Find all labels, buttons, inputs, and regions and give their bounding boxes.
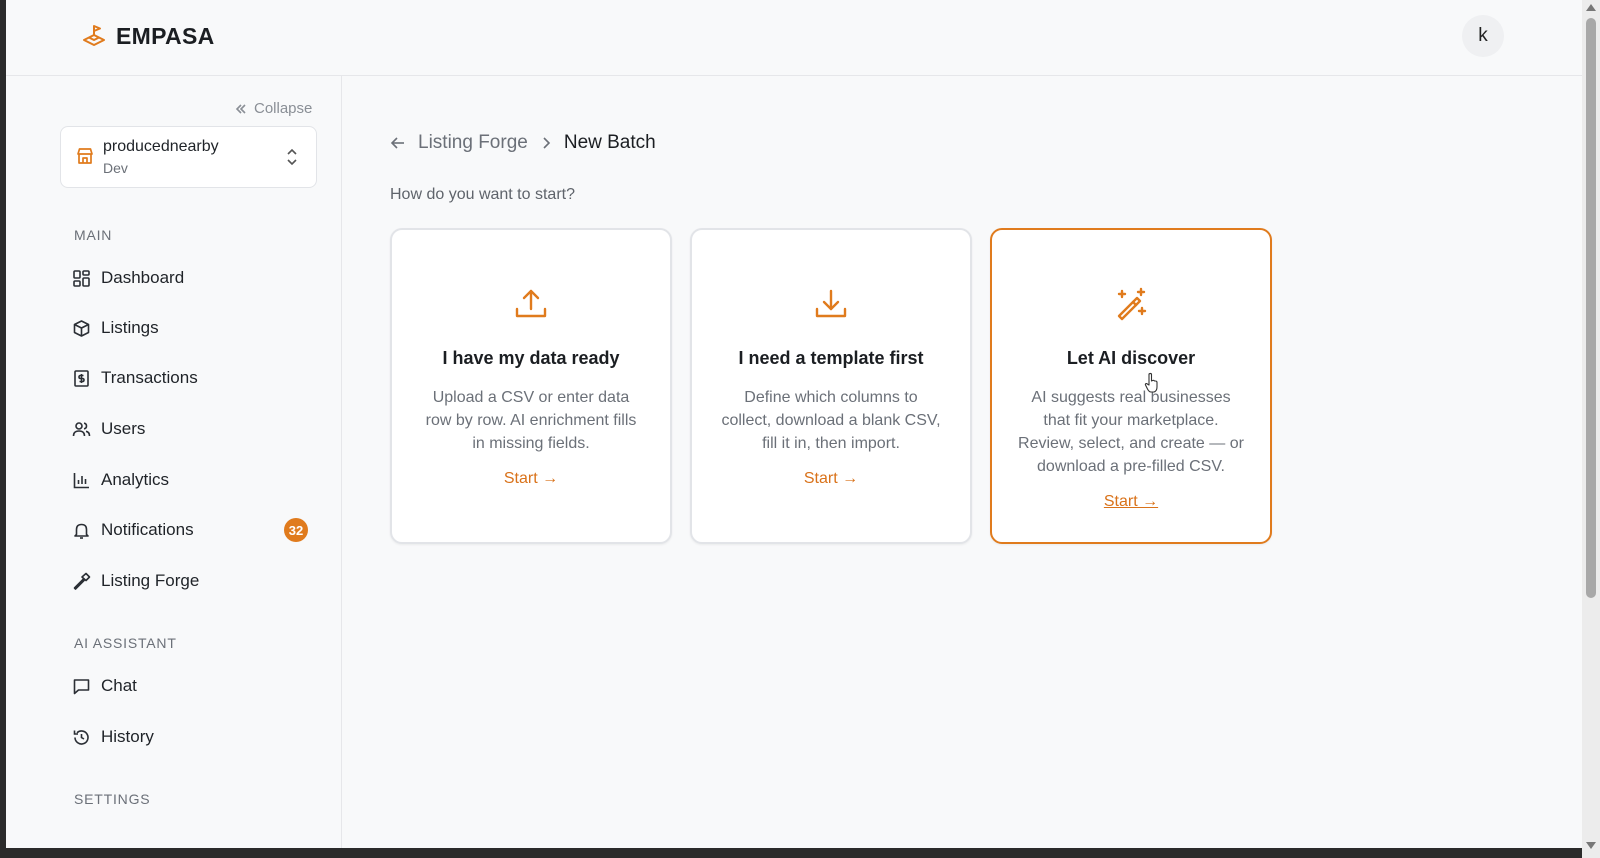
- card-description: AI suggests real businesses that fit you…: [1018, 389, 1244, 475]
- breadcrumb-current: New Batch: [563, 132, 656, 153]
- sidebar: Collapse producednearby Dev MAIN Dashboa…: [6, 76, 342, 848]
- section-title-main: MAIN: [74, 227, 113, 243]
- start-link[interactable]: Start →: [992, 493, 1270, 511]
- collapse-label: Collapse: [254, 100, 313, 117]
- bar-chart-icon: [73, 472, 89, 488]
- section-title-ai-assistant: AI ASSISTANT: [74, 635, 177, 651]
- history-icon: [73, 729, 89, 745]
- sidebar-item-history[interactable]: History: [72, 719, 312, 755]
- top-bar: EMPASA k: [6, 0, 1582, 76]
- app-window: EMPASA k Collapse producednearby Dev MAI…: [6, 0, 1582, 848]
- sidebar-item-listings[interactable]: Listings: [72, 310, 312, 346]
- start-link[interactable]: Start →: [692, 470, 970, 488]
- collapse-button[interactable]: Collapse: [234, 100, 312, 117]
- receipt-icon: [74, 369, 89, 387]
- user-avatar[interactable]: k: [1462, 15, 1504, 57]
- sidebar-item-notifications[interactable]: Notifications 32: [72, 512, 312, 548]
- sidebar-item-users[interactable]: Users: [72, 411, 312, 447]
- card-title: Let AI discover: [1066, 348, 1196, 368]
- scrollbar-thumb[interactable]: [1586, 18, 1596, 598]
- breadcrumb: Listing Forge New Batch: [390, 132, 656, 154]
- upload-icon: [515, 289, 547, 318]
- sidebar-item-dashboard[interactable]: Dashboard: [72, 260, 312, 296]
- card-title: I have my data ready: [442, 348, 620, 368]
- download-icon: [815, 289, 847, 318]
- sidebar-item-analytics[interactable]: Analytics: [72, 462, 312, 498]
- sidebar-item-label: Chat: [101, 676, 137, 695]
- card-description: Define which columns to collect, downloa…: [721, 389, 941, 452]
- empasa-logo-icon: [83, 25, 105, 46]
- sidebar-item-label: Notifications: [101, 520, 194, 539]
- start-link[interactable]: Start →: [392, 470, 670, 488]
- sidebar-item-label: Dashboard: [101, 268, 185, 287]
- hand-pointer-cursor-icon: [1144, 372, 1158, 393]
- sidebar-item-transactions[interactable]: Transactions: [72, 360, 312, 396]
- sidebar-item-listing-forge[interactable]: Listing Forge: [72, 563, 312, 599]
- magic-wand-icon: [1117, 287, 1147, 321]
- org-name: producednearby: [103, 138, 219, 155]
- store-icon: [77, 148, 93, 164]
- card-title: I need a template first: [738, 348, 924, 368]
- hammer-icon: [73, 572, 91, 590]
- section-title-settings: SETTINGS: [74, 791, 151, 807]
- brand-name: EMPASA: [116, 22, 215, 49]
- bell-icon: [74, 523, 89, 539]
- scroll-down-arrow-icon[interactable]: [1586, 842, 1596, 849]
- notification-count-badge: 32: [284, 518, 308, 542]
- option-card-ai-discover[interactable]: Let AI discover AI suggests real busines…: [990, 228, 1272, 544]
- chevron-up-down-icon: [287, 148, 297, 166]
- sidebar-item-chat[interactable]: Chat: [72, 668, 312, 704]
- users-icon: [72, 421, 91, 436]
- org-switcher[interactable]: producednearby Dev: [60, 126, 317, 188]
- org-environment: Dev: [103, 160, 128, 176]
- breadcrumb-link-listing-forge[interactable]: Listing Forge: [418, 132, 528, 154]
- chevrons-left-icon: [235, 103, 246, 114]
- dashboard-icon: [73, 269, 90, 287]
- package-icon: [73, 319, 90, 337]
- option-card-data-ready[interactable]: I have my data ready Upload a CSV or ent…: [390, 228, 672, 544]
- sidebar-item-label: Users: [101, 419, 146, 438]
- scroll-up-arrow-icon[interactable]: [1586, 4, 1596, 11]
- sidebar-item-label: Listing Forge: [101, 571, 200, 590]
- chat-icon: [73, 678, 90, 694]
- start-prompt: How do you want to start?: [390, 186, 575, 203]
- page-scrollbar[interactable]: [1582, 0, 1600, 858]
- brand-logo[interactable]: EMPASA: [80, 22, 215, 50]
- sidebar-item-label: Transactions: [101, 368, 198, 387]
- sidebar-item-label: Listings: [101, 318, 159, 337]
- option-card-template-first[interactable]: I need a template first Define which col…: [690, 228, 972, 544]
- card-description: Upload a CSV or enter data row by row. A…: [425, 389, 637, 452]
- sidebar-item-label: Analytics: [101, 470, 170, 489]
- sidebar-item-label: History: [101, 727, 154, 746]
- arrow-left-icon[interactable]: [390, 135, 406, 151]
- chevron-right-icon: [543, 137, 550, 149]
